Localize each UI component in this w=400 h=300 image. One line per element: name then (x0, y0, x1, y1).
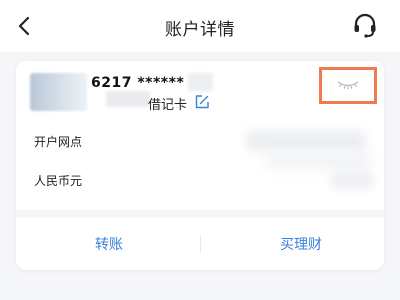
masked-branch-value-2 (266, 153, 371, 169)
buy-wealth-button[interactable]: 买理财 (246, 233, 356, 257)
divider (16, 210, 384, 218)
edit-icon[interactable] (194, 94, 210, 110)
account-card: 6217 ****** 借记卡 开户网点 人民币元 转账 买理财 (16, 61, 384, 270)
page-title: 账户详情 (165, 20, 235, 40)
masked-bank-name (106, 91, 150, 107)
transfer-button[interactable]: 转账 (54, 233, 164, 257)
card-type-label: 借记卡 (148, 98, 188, 113)
toggle-visibility-button[interactable] (319, 67, 377, 104)
action-divider (200, 235, 201, 253)
card-number: 6217 ****** (91, 75, 185, 91)
masked-balance-value (331, 171, 373, 189)
eye-closed-icon (336, 76, 360, 95)
branch-label: 开户网点 (34, 135, 83, 149)
headset-icon[interactable] (350, 10, 380, 42)
masked-card-digits (188, 73, 213, 91)
top-navigation-bar: 账户详情 (0, 0, 400, 52)
masked-branch-value (246, 131, 366, 151)
currency-label: 人民币元 (34, 174, 83, 188)
bank-logo (30, 73, 87, 111)
